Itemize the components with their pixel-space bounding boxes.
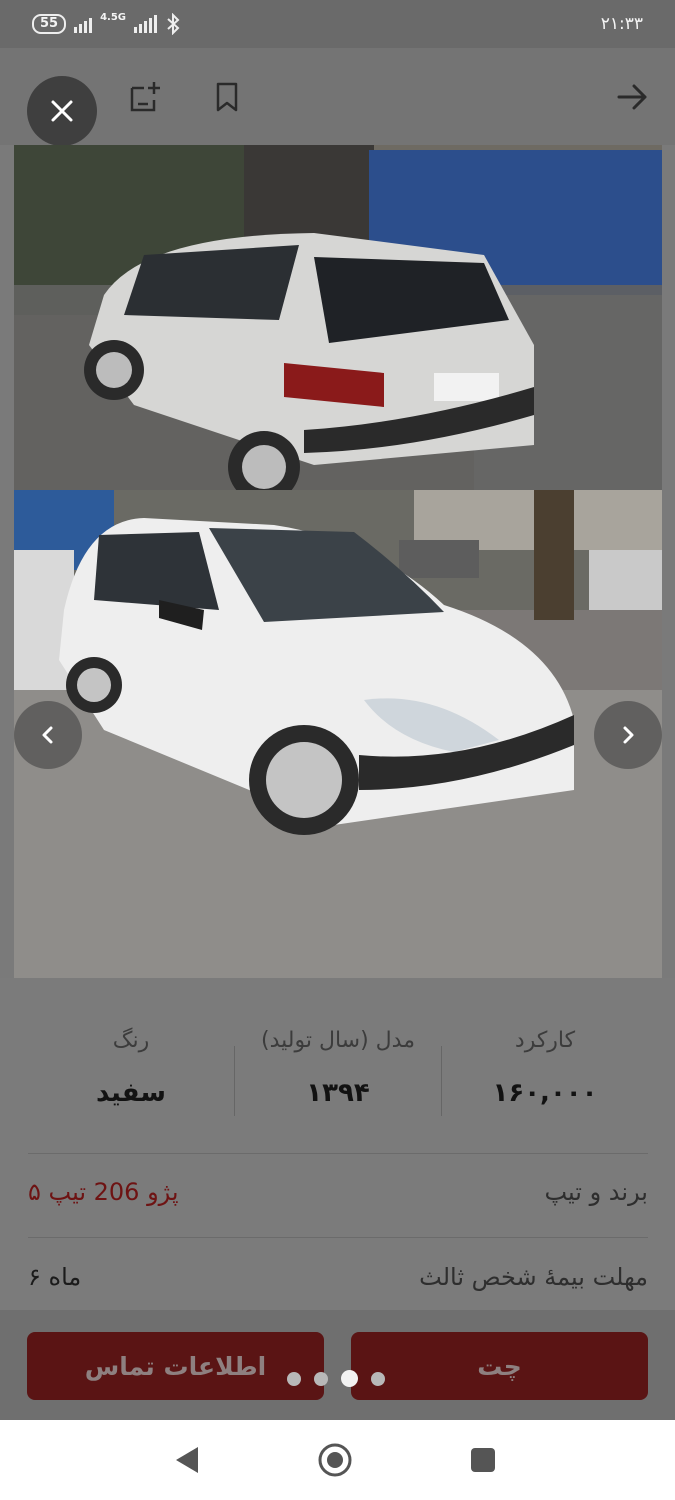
battery-indicator: 55 <box>32 14 67 34</box>
network-type: 4.5G <box>100 12 127 23</box>
signal-icon <box>134 15 158 33</box>
divider <box>28 1237 648 1238</box>
insurance-row: مهلت بیمهٔ شخص ثالث ۶ ماه <box>28 1263 648 1303</box>
close-button[interactable] <box>27 76 97 146</box>
recents-icon[interactable] <box>470 1447 496 1473</box>
back-icon[interactable] <box>172 1445 202 1475</box>
chevron-right-icon <box>623 726 634 744</box>
page-dot[interactable] <box>314 1371 328 1386</box>
arrow-right-icon[interactable] <box>615 80 649 114</box>
chat-button[interactable]: چت <box>351 1332 648 1400</box>
page-dot[interactable] <box>287 1371 301 1386</box>
status-icons: 55 4.5G <box>32 13 181 35</box>
bluetooth-icon <box>167 13 180 35</box>
status-bar: 55 4.5G ۲۱:۳۳ <box>0 0 675 48</box>
bookmark-icon[interactable] <box>208 78 246 116</box>
stat-model-value: ۱۳۹۴ <box>306 1078 370 1108</box>
key-stats: رنگ سفید مدل (سال تولید) ۱۳۹۴ کارکرد ۱۶۰… <box>28 1028 648 1118</box>
chevron-left-icon <box>42 726 53 744</box>
system-navigation-bar <box>0 1420 675 1500</box>
stat-color-value: سفید <box>96 1078 166 1108</box>
stat-mileage-label: کارکرد <box>514 1028 576 1053</box>
contact-info-button[interactable]: اطلاعات تماس <box>27 1332 324 1400</box>
home-icon[interactable] <box>317 1442 353 1478</box>
stat-mileage: کارکرد ۱۶۰,۰۰۰ <box>442 1028 648 1108</box>
action-bar: اطلاعات تماس چت <box>0 1310 675 1420</box>
insurance-label: مهلت بیمهٔ شخص ثالث <box>419 1263 648 1291</box>
brand-row[interactable]: برند و تیپ پژو 206 تیپ ۵ <box>28 1178 648 1218</box>
next-photo-button[interactable] <box>594 701 662 769</box>
signal-icon <box>74 15 93 33</box>
listing-details: رنگ سفید مدل (سال تولید) ۱۳۹۴ کارکرد ۱۶۰… <box>0 978 675 1318</box>
car-photo-front[interactable] <box>14 490 662 978</box>
top-toolbar <box>0 48 675 146</box>
add-compare-icon[interactable] <box>126 78 164 116</box>
stat-mileage-value: ۱۶۰,۰۰۰ <box>492 1078 598 1108</box>
insurance-value: ۶ ماه <box>28 1263 82 1291</box>
car-photo-rear[interactable] <box>14 145 662 490</box>
stat-color-label: رنگ <box>112 1028 150 1053</box>
page-dot-active[interactable] <box>341 1370 358 1387</box>
previous-photo-button[interactable] <box>14 701 82 769</box>
stat-model-year: مدل (سال تولید) ۱۳۹۴ <box>235 1028 441 1108</box>
gallery-page-indicator <box>287 1370 385 1387</box>
close-icon <box>51 100 73 122</box>
divider <box>28 1153 648 1154</box>
stat-color: رنگ سفید <box>28 1028 234 1108</box>
page-dot[interactable] <box>371 1371 385 1386</box>
stat-model-label: مدل (سال تولید) <box>261 1028 415 1053</box>
brand-value[interactable]: پژو 206 تیپ ۵ <box>28 1178 179 1206</box>
brand-label: برند و تیپ <box>544 1178 648 1206</box>
clock: ۲۱:۳۳ <box>600 14 643 34</box>
